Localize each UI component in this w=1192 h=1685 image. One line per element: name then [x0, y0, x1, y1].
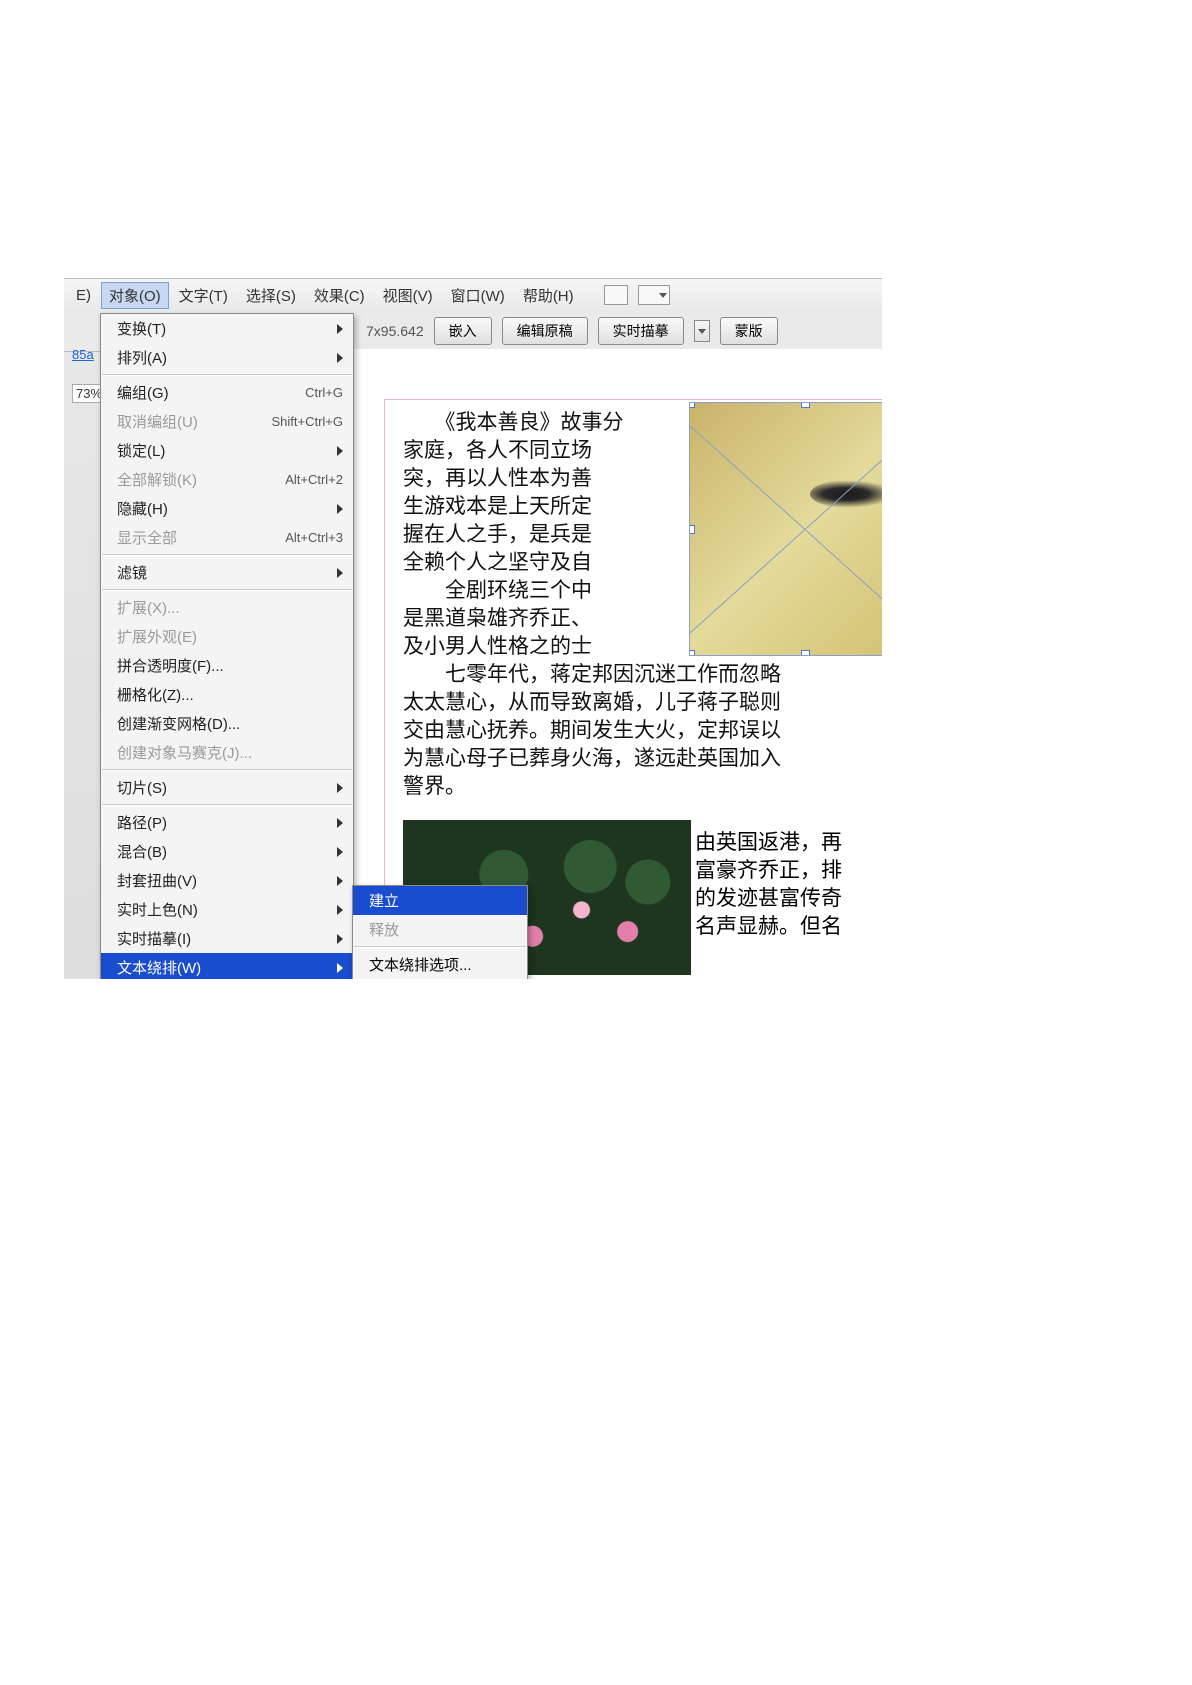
submenu-arrow-icon	[337, 934, 343, 944]
menubar: E) 对象(O) 文字(T) 选择(S) 效果(C) 视图(V) 窗口(W) 帮…	[64, 279, 882, 311]
menu-separator	[102, 769, 352, 771]
menu-window[interactable]: 窗口(W)	[443, 282, 513, 309]
menu-item-label: 释放	[369, 919, 399, 940]
menu-item-label: 全部解锁(K)	[117, 469, 197, 490]
menu-item-label: 混合(B)	[117, 841, 167, 862]
embed-button[interactable]: 嵌入	[434, 317, 492, 345]
submenu-arrow-icon	[337, 905, 343, 915]
selection-handle[interactable]	[689, 525, 695, 534]
submenu-arrow-icon	[337, 963, 343, 973]
selection-handle[interactable]	[689, 650, 695, 656]
menu-item[interactable]: 实时上色(N)	[101, 895, 353, 924]
submenu-arrow-icon	[337, 324, 343, 334]
menu-item[interactable]: 创建渐变网格(D)...	[101, 709, 353, 738]
menu-item-label: 建立	[369, 890, 399, 911]
menu-separator	[102, 804, 352, 806]
selection-handle[interactable]	[689, 402, 695, 408]
menu-item[interactable]: 文本绕排(W)	[101, 953, 353, 979]
body-text-right: 由英国返港，再 富豪齐乔正，排 的发迹甚富传奇 名声显赫。但名	[695, 828, 842, 940]
menu-object[interactable]: 对象(O)	[101, 282, 169, 309]
menu-item-label: 扩展(X)...	[117, 597, 180, 618]
menu-item-label: 拼合透明度(F)...	[117, 655, 224, 676]
menu-separator	[102, 589, 352, 591]
submenu-arrow-icon	[337, 783, 343, 793]
submenu-arrow-icon	[337, 446, 343, 456]
menu-help[interactable]: 帮助(H)	[515, 282, 582, 309]
menu-item[interactable]: 变换(T)	[101, 314, 353, 343]
selection-handle[interactable]	[801, 402, 810, 408]
menu-separator	[102, 374, 352, 376]
menu-item[interactable]: 路径(P)	[101, 808, 353, 837]
menu-item-label: 文本绕排(W)	[117, 957, 201, 978]
menu-item: 显示全部 Alt+Ctrl+3	[101, 523, 353, 552]
menu-shortcut: Shift+Ctrl+G	[271, 414, 343, 429]
mask-button[interactable]: 蒙版	[720, 317, 778, 345]
menu-item-label: 路径(P)	[117, 812, 167, 833]
workspace-switcher[interactable]	[638, 285, 670, 305]
menu-shortcut: Alt+Ctrl+2	[285, 472, 343, 487]
menu-separator	[354, 946, 526, 948]
menu-shortcut: Alt+Ctrl+3	[285, 530, 343, 545]
menu-item[interactable]: 拼合透明度(F)...	[101, 651, 353, 680]
menu-item-label: 锁定(L)	[117, 440, 165, 461]
menu-item[interactable]: 切片(S)	[101, 773, 353, 802]
edit-original-button[interactable]: 编辑原稿	[502, 317, 588, 345]
menu-item-label: 取消编组(U)	[117, 411, 198, 432]
submenu-arrow-icon	[337, 847, 343, 857]
menu-text[interactable]: 文字(T)	[171, 282, 236, 309]
menu-item-label: 文本绕排选项...	[369, 954, 472, 975]
menu-item[interactable]: 实时描摹(I)	[101, 924, 353, 953]
submenu-arrow-icon	[337, 818, 343, 828]
menu-item[interactable]: 滤镜	[101, 558, 353, 587]
menu-item-label: 隐藏(H)	[117, 498, 168, 519]
menu-view[interactable]: 视图(V)	[375, 282, 441, 309]
menu-item-label: 创建对象马赛克(J)...	[117, 742, 252, 763]
menu-item[interactable]: 锁定(L)	[101, 436, 353, 465]
menu-item[interactable]: 封套扭曲(V)	[101, 866, 353, 895]
placed-image-face[interactable]	[689, 402, 882, 656]
menu-item: 释放	[353, 915, 527, 944]
menu-item-label: 显示全部	[117, 527, 177, 548]
text-wrap-submenu[interactable]: 建立释放文本绕排选项...	[352, 885, 528, 979]
bridge-icon[interactable]	[604, 285, 628, 305]
menu-item[interactable]: 隐藏(H)	[101, 494, 353, 523]
submenu-arrow-icon	[337, 504, 343, 514]
menu-select[interactable]: 选择(S)	[238, 282, 304, 309]
menu-item-label: 栅格化(Z)...	[117, 684, 194, 705]
live-trace-button[interactable]: 实时描摹	[598, 317, 684, 345]
menu-item[interactable]: 排列(A)	[101, 343, 353, 372]
selection-dimensions: 7x95.642	[366, 323, 424, 339]
menu-item-label: 编组(G)	[117, 382, 169, 403]
menu-shortcut: Ctrl+G	[305, 385, 343, 400]
menu-item: 全部解锁(K) Alt+Ctrl+2	[101, 465, 353, 494]
menu-item[interactable]: 栅格化(Z)...	[101, 680, 353, 709]
menu-item[interactable]: 编组(G) Ctrl+G	[101, 378, 353, 407]
menu-item-label: 变换(T)	[117, 318, 166, 339]
menu-separator	[102, 554, 352, 556]
menu-item-label: 扩展外观(E)	[117, 626, 197, 647]
menu-item-label: 实时描摹(I)	[117, 928, 191, 949]
live-trace-dropdown[interactable]	[694, 320, 710, 342]
menu-item-label: 滤镜	[117, 562, 147, 583]
menu-prev-partial[interactable]: E)	[68, 284, 99, 307]
menu-item: 取消编组(U) Shift+Ctrl+G	[101, 407, 353, 436]
selection-handle[interactable]	[801, 650, 810, 656]
menu-item-label: 实时上色(N)	[117, 899, 198, 920]
object-menu-dropdown[interactable]: 变换(T) 排列(A) 编组(G) Ctrl+G 取消编组(U) Shift+Ctrl+G…	[100, 313, 354, 979]
menu-item[interactable]: 建立	[353, 886, 527, 915]
menu-item-label: 切片(S)	[117, 777, 167, 798]
menu-item: 扩展外观(E)	[101, 622, 353, 651]
menu-item-label: 排列(A)	[117, 347, 167, 368]
submenu-arrow-icon	[337, 568, 343, 578]
menu-effect[interactable]: 效果(C)	[306, 282, 373, 309]
submenu-arrow-icon	[337, 876, 343, 886]
app-window: E) 对象(O) 文字(T) 选择(S) 效果(C) 视图(V) 窗口(W) 帮…	[64, 278, 882, 979]
menu-item[interactable]: 混合(B)	[101, 837, 353, 866]
menu-item-label: 封套扭曲(V)	[117, 870, 197, 891]
menu-item: 创建对象马赛克(J)...	[101, 738, 353, 767]
menu-item: 扩展(X)...	[101, 593, 353, 622]
submenu-arrow-icon	[337, 353, 343, 363]
menu-item[interactable]: 文本绕排选项...	[353, 950, 527, 979]
menu-item-label: 创建渐变网格(D)...	[117, 713, 240, 734]
